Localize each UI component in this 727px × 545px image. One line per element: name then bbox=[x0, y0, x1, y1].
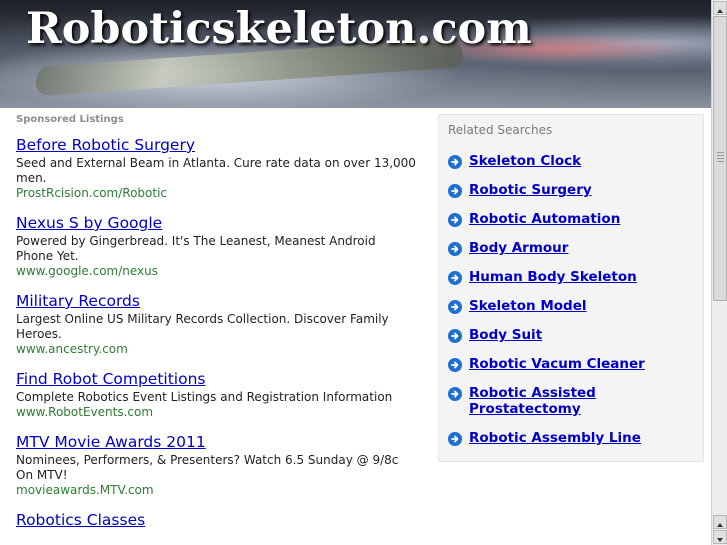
arrow-right-circle-icon bbox=[448, 155, 462, 169]
related-searches-title: Related Searches bbox=[448, 123, 553, 137]
related-search-item[interactable]: Robotic Automation bbox=[448, 211, 698, 227]
scroll-up-button-lower[interactable] bbox=[713, 515, 727, 529]
ad-url-link[interactable]: www.ancestry.com bbox=[16, 342, 416, 357]
related-search-link[interactable]: Robotic Assisted Prostatectomy bbox=[469, 385, 698, 417]
related-search-item[interactable]: Body Armour bbox=[448, 240, 698, 256]
ad-title-link[interactable]: MTV Movie Awards 2011 bbox=[16, 432, 416, 452]
related-search-link[interactable]: Skeleton Clock bbox=[469, 153, 581, 169]
header-banner: Roboticskeleton.com bbox=[0, 0, 711, 108]
ad-url-link[interactable]: movieawards.MTV.com bbox=[16, 483, 416, 498]
related-search-link[interactable]: Robotic Assembly Line bbox=[469, 430, 641, 446]
ad-title-link[interactable]: Before Robotic Surgery bbox=[16, 135, 416, 155]
ad-url-link[interactable]: www.google.com/nexus bbox=[16, 264, 416, 279]
related-search-link[interactable]: Skeleton Model bbox=[469, 298, 586, 314]
ad-description: Powered by Gingerbread. It's The Leanest… bbox=[16, 234, 376, 263]
related-search-item[interactable]: Robotic Assisted Prostatectomy bbox=[448, 385, 698, 417]
ad-listing: Find Robot Competitions Complete Robotics… bbox=[16, 369, 416, 420]
related-search-item[interactable]: Robotic Vacum Cleaner bbox=[448, 356, 698, 372]
ad-url-link[interactable]: www.RobotEvents.com bbox=[16, 405, 416, 420]
related-searches-list: Skeleton Clock Robotic Surgery Robotic Aut… bbox=[448, 153, 698, 459]
ad-title-link[interactable]: Military Records bbox=[16, 291, 416, 311]
arrow-right-circle-icon bbox=[448, 242, 462, 256]
ad-listing: Military Records Largest Online US Milita… bbox=[16, 291, 416, 357]
related-search-item[interactable]: Robotic Surgery bbox=[448, 182, 698, 198]
ad-title-link[interactable]: Nexus S by Google bbox=[16, 213, 416, 233]
related-search-item[interactable]: Skeleton Clock bbox=[448, 153, 698, 169]
related-search-link[interactable]: Robotic Vacum Cleaner bbox=[469, 356, 645, 372]
scroll-down-button[interactable] bbox=[713, 530, 727, 544]
ad-description: Largest Online US Military Records Colle… bbox=[16, 312, 389, 341]
related-search-link[interactable]: Robotic Surgery bbox=[469, 182, 592, 198]
grip-icon bbox=[717, 152, 724, 162]
related-search-link[interactable]: Human Body Skeleton bbox=[469, 269, 637, 285]
arrow-right-circle-icon bbox=[448, 271, 462, 285]
arrow-right-circle-icon bbox=[448, 358, 462, 372]
arrow-right-circle-icon bbox=[448, 432, 462, 446]
site-title: Roboticskeleton.com bbox=[26, 4, 532, 54]
ad-listing: MTV Movie Awards 2011 Nominees, Performer… bbox=[16, 432, 416, 498]
related-search-item[interactable]: Body Suit bbox=[448, 327, 698, 343]
ad-title-link[interactable]: Robotics Classes bbox=[16, 510, 416, 530]
arrow-right-circle-icon bbox=[448, 387, 462, 401]
related-search-link[interactable]: Body Armour bbox=[469, 240, 568, 256]
arrow-right-circle-icon bbox=[448, 300, 462, 314]
scrollbar-thumb[interactable] bbox=[713, 16, 727, 301]
sponsored-listings: Sponsored Listings Before Robotic Surger… bbox=[16, 110, 416, 530]
related-search-link[interactable]: Robotic Automation bbox=[469, 211, 620, 227]
ad-listing: Robotics Classes bbox=[16, 510, 416, 530]
arrow-right-circle-icon bbox=[448, 213, 462, 227]
ad-listing: Nexus S by Google Powered by Gingerbread.… bbox=[16, 213, 416, 279]
sponsored-label: Sponsored Listings bbox=[16, 114, 124, 125]
ad-title-link[interactable]: Find Robot Competitions bbox=[16, 369, 416, 389]
related-search-item[interactable]: Skeleton Model bbox=[448, 298, 698, 314]
vertical-scrollbar[interactable] bbox=[711, 0, 727, 545]
ad-listing: Before Robotic Surgery Seed and External … bbox=[16, 135, 416, 201]
arrow-right-circle-icon bbox=[448, 329, 462, 343]
ad-description: Nominees, Performers, & Presenters? Watc… bbox=[16, 453, 399, 482]
arrow-right-circle-icon bbox=[448, 184, 462, 198]
related-search-item[interactable]: Robotic Assembly Line bbox=[448, 430, 698, 446]
related-searches-panel: Related Searches Skeleton Clock Robotic S… bbox=[438, 114, 704, 462]
scroll-up-button[interactable] bbox=[713, 1, 727, 15]
related-search-item[interactable]: Human Body Skeleton bbox=[448, 269, 698, 285]
related-search-link[interactable]: Body Suit bbox=[469, 327, 542, 343]
ad-description: Complete Robotics Event Listings and Reg… bbox=[16, 390, 393, 404]
ad-description: Seed and External Beam in Atlanta. Cure … bbox=[16, 156, 416, 185]
ad-url-link[interactable]: ProstRcision.com/Robotic bbox=[16, 186, 416, 201]
